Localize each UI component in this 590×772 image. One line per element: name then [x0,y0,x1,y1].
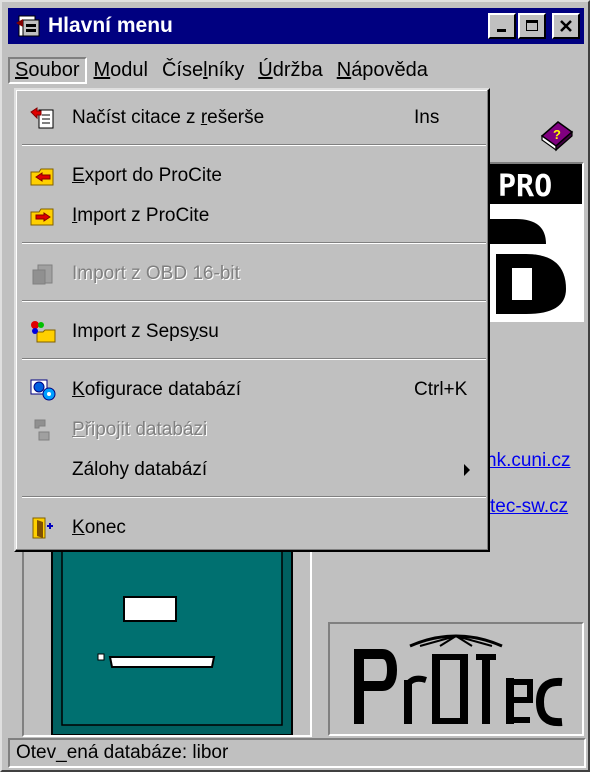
menu-item-connect-database[interactable]: Připojit databázi [24,414,484,446]
menu-item-import-sepsys[interactable]: Import z Sepsysu [24,316,484,348]
menu-item-exit[interactable]: Konec [24,512,484,544]
menu-modul[interactable]: Modul [87,57,155,84]
import-sepsys-icon [28,320,58,344]
menu-item-load-citations[interactable]: Načíst citace z rešerše Ins [24,102,484,134]
link-protec[interactable]: tec-sw.cz [490,496,568,518]
maximize-icon [526,20,538,31]
menu-separator [22,300,486,302]
minimize-icon [497,29,506,32]
menu-separator [22,358,486,360]
main-window: Hlavní menu Soubor Modul Číselníky Údržb… [0,0,590,772]
close-icon [560,20,572,32]
file-menu-dropdown: Načíst citace z rešerše Ins Export do Pr… [14,88,490,552]
shortcut-label: Ins [414,107,440,128]
menu-item-import-obd[interactable]: Import z OBD 16-bit [24,258,484,290]
svg-text:?: ? [553,127,561,142]
cabinet-image [22,547,312,737]
minimize-button[interactable] [488,13,516,39]
maximize-button[interactable] [518,13,546,39]
shortcut-label: Ctrl+K [414,379,468,400]
menu-separator [22,242,486,244]
menu-napoveda[interactable]: Nápověda [330,57,435,84]
status-bar: Otev_ená databáze: libor [8,738,586,768]
protec-logo-graphic [354,634,563,727]
help-book-icon[interactable]: ? [534,112,578,156]
menu-item-configure-databases[interactable]: Kofigurace databází Ctrl+K [24,374,484,406]
close-button[interactable] [552,13,580,39]
obd-logo: PRO [484,162,584,322]
folder-import-icon [28,204,58,228]
menu-item-import-procite[interactable]: Import z ProCite [24,200,484,232]
app-icon [16,15,40,37]
menu-item-export-procite[interactable]: Export do ProCite [24,160,484,192]
import-obd-icon [28,262,58,286]
menu-soubor[interactable]: Soubor [8,56,87,84]
submenu-arrow-icon [464,464,470,476]
window-title: Hlavní menu [48,14,173,37]
protec-logo [328,622,584,736]
menu-separator [22,144,486,146]
exit-door-icon [28,516,58,540]
link-cuni[interactable]: nk.cuni.cz [486,450,570,472]
menu-udrzba[interactable]: Údržba [251,57,329,84]
folder-export-icon [28,164,58,188]
menu-bar: Soubor Modul Číselníky Údržba Nápověda [8,52,584,88]
obd-logo-graphic: PRO [486,164,582,314]
title-bar[interactable]: Hlavní menu [8,8,584,44]
menu-item-database-backups[interactable]: Zálohy databází [24,454,484,486]
load-citations-icon [28,106,58,130]
menu-ciselniky[interactable]: Číselníky [155,57,251,84]
connect-plug-icon [28,418,58,442]
menu-separator [22,496,486,498]
configure-gears-icon [28,378,58,402]
file-cabinet-graphic [51,548,293,736]
svg-text:PRO: PRO [498,169,552,204]
